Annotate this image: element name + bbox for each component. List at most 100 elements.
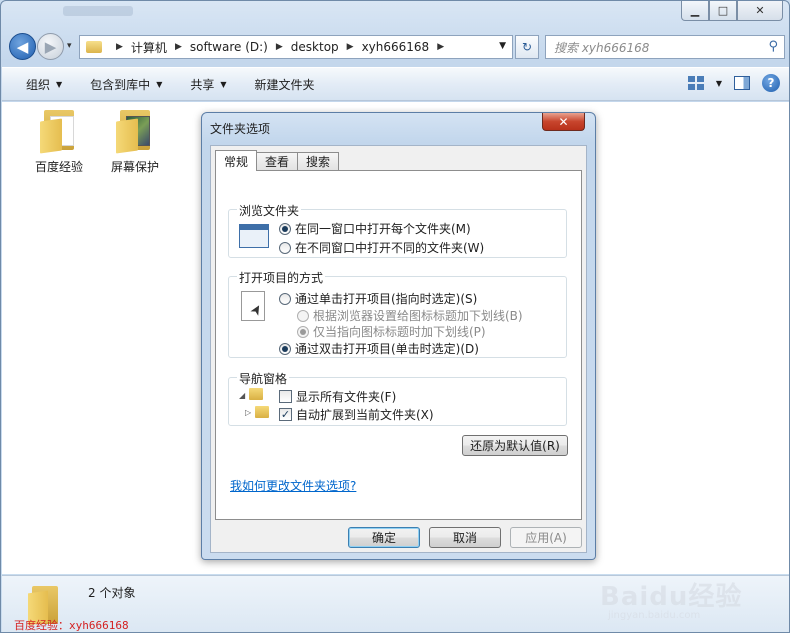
folder-item[interactable]: 百度经验	[24, 108, 94, 175]
details-pane: 2 个对象 百度经验：xyh666168 Baidu经验 jingyan.bai…	[2, 575, 789, 632]
breadcrumb-desktop[interactable]: desktop	[291, 40, 339, 54]
window-icon	[239, 224, 269, 248]
breadcrumb-current[interactable]: xyh666168	[362, 40, 430, 54]
view-controls: ▼ ?	[687, 74, 780, 92]
folder-name: 百度经验	[34, 160, 83, 174]
tree-collapsed-icon: ▷	[245, 408, 252, 417]
apply-button: 应用(A)	[510, 527, 582, 548]
browse-folders-group: 浏览文件夹 在同一窗口中打开每个文件夹(M) 在不同窗口中打开不同的文件夹(W)	[228, 202, 567, 258]
chevron-right-icon[interactable]: ▶	[437, 42, 444, 52]
item-count: 2 个对象	[88, 586, 136, 600]
address-bar[interactable]: ▶ 计算机 ▶ software (D:) ▶ desktop ▶ xyh666…	[79, 35, 513, 59]
folder-options-dialog: 文件夹选项 ✕ 常规 查看 搜索 浏览文件夹 在同一窗口中打开每个文件夹(M) …	[201, 112, 596, 560]
forward-button[interactable]: ▶	[37, 33, 64, 60]
change-view-icon[interactable]	[687, 76, 704, 90]
option-label: 自动扩展到当前文件夹(X)	[296, 408, 434, 422]
option-double-click[interactable]: 通过双击打开项目(单击时选定)(D)	[279, 340, 479, 357]
chevron-right-icon[interactable]: ▶	[276, 42, 283, 52]
option-show-all-folders[interactable]: 显示所有文件夹(F)	[279, 388, 396, 405]
radio-single-click[interactable]	[279, 292, 291, 305]
tab-strip: 常规 查看 搜索	[215, 150, 340, 171]
search-placeholder: 搜索 xyh666168	[554, 40, 650, 55]
folder-name: 屏幕保护	[110, 160, 159, 174]
tab-view[interactable]: 查看	[256, 152, 299, 170]
option-new-window[interactable]: 在不同窗口中打开不同的文件夹(W)	[279, 239, 484, 256]
folder-item[interactable]: 屏幕保护	[100, 108, 170, 175]
tab-search[interactable]: 搜索	[297, 152, 340, 170]
organize-label: 组织	[26, 77, 51, 92]
open-items-title: 打开项目的方式	[237, 269, 326, 286]
radio-same-window[interactable]	[279, 222, 291, 235]
caption-buttons: ▁ □ ✕	[681, 1, 783, 21]
dialog-close-button[interactable]: ✕	[542, 113, 585, 131]
cancel-button[interactable]: 取消	[429, 527, 501, 548]
chevron-right-icon[interactable]: ▶	[116, 42, 123, 52]
back-button[interactable]: ◀	[9, 33, 36, 60]
new-folder-button[interactable]: 新建文件夹	[243, 76, 327, 93]
option-underline-point: 仅当指向图标标题时加下划线(P)	[297, 323, 486, 340]
folder-icon	[249, 388, 263, 400]
tree-expanded-icon: ◢	[239, 391, 246, 400]
address-dropdown-icon[interactable]: ▼	[499, 41, 506, 51]
option-label: 通过双击打开项目(单击时选定)(D)	[295, 342, 479, 356]
radio-double-click[interactable]	[279, 342, 291, 355]
help-icon[interactable]: ?	[762, 74, 780, 92]
maximize-button[interactable]: □	[709, 1, 737, 21]
option-label: 仅当指向图标标题时加下划线(P)	[313, 325, 486, 339]
chevron-right-icon[interactable]: ▶	[347, 42, 354, 52]
checkbox-show-all-folders[interactable]	[279, 390, 292, 403]
organize-menu[interactable]: 组织 ▼	[14, 76, 74, 93]
dialog-title: 文件夹选项	[210, 122, 271, 136]
refresh-button[interactable]: ↻	[515, 35, 539, 59]
option-label: 显示所有文件夹(F)	[296, 390, 397, 404]
close-button[interactable]: ✕	[737, 1, 783, 21]
radio-underline-point	[297, 325, 309, 338]
baidu-url: jingyan.baidu.com	[608, 610, 701, 621]
new-folder-label: 新建文件夹	[254, 77, 315, 92]
checkbox-auto-expand[interactable]: ✓	[279, 408, 292, 421]
share-label: 共享	[190, 77, 215, 92]
dropdown-arrow-icon: ▼	[220, 79, 227, 89]
folder-icon	[255, 406, 269, 418]
watermark-text: 百度经验：xyh666168	[14, 619, 129, 632]
tab-general[interactable]: 常规	[215, 150, 258, 171]
option-same-window[interactable]: 在同一窗口中打开每个文件夹(M)	[279, 220, 471, 237]
baidu-watermark: Baidu经验 jingyan.baidu.com	[600, 576, 750, 631]
general-tab-panel: 浏览文件夹 在同一窗口中打开每个文件夹(M) 在不同窗口中打开不同的文件夹(W)…	[215, 170, 582, 520]
minimize-button[interactable]: ▁	[681, 1, 709, 21]
folder-documents-icon	[40, 108, 78, 154]
preview-pane-icon[interactable]	[734, 76, 750, 90]
window-title-bar	[63, 6, 133, 16]
share-menu[interactable]: 共享 ▼	[178, 76, 238, 93]
option-auto-expand[interactable]: ✓ 自动扩展到当前文件夹(X)	[279, 406, 434, 423]
cursor-click-icon	[241, 291, 265, 321]
option-label: 根据浏览器设置给图标标题加下划线(B)	[313, 309, 523, 323]
breadcrumb-drive[interactable]: software (D:)	[190, 40, 268, 54]
baidu-logo: Baidu经验	[600, 582, 743, 612]
option-single-click[interactable]: 通过单击打开项目(指向时选定)(S)	[279, 290, 477, 307]
help-link[interactable]: 我如何更改文件夹选项?	[230, 477, 356, 494]
folder-pictures-icon	[116, 108, 154, 154]
dropdown-arrow-icon: ▼	[156, 79, 163, 89]
navigation-row: ◀ ▶ ▾ ▶ 计算机 ▶ software (D:) ▶ desktop ▶ …	[7, 31, 785, 63]
option-underline-browser: 根据浏览器设置给图标标题加下划线(B)	[297, 307, 523, 324]
breadcrumb-computer[interactable]: 计算机	[131, 39, 167, 56]
navigation-pane-group: 导航窗格 ◢ ▷ 显示所有文件夹(F) ✓ 自动扩展到当前文件夹(X)	[228, 370, 567, 426]
view-dropdown-icon[interactable]: ▼	[716, 79, 722, 88]
option-label: 在同一窗口中打开每个文件夹(M)	[295, 222, 471, 236]
folder-icon	[86, 41, 102, 53]
radio-new-window[interactable]	[279, 241, 291, 254]
include-library-menu[interactable]: 包含到库中 ▼	[78, 76, 174, 93]
search-icon[interactable]: ⚲	[768, 39, 778, 54]
command-bar: 组织 ▼ 包含到库中 ▼ 共享 ▼ 新建文件夹 ▼ ?	[2, 67, 789, 101]
option-label: 通过单击打开项目(指向时选定)(S)	[295, 292, 478, 306]
ok-button[interactable]: 确定	[348, 527, 420, 548]
restore-defaults-button[interactable]: 还原为默认值(R)	[462, 435, 568, 456]
navigation-pane-title: 导航窗格	[237, 370, 290, 387]
open-items-group: 打开项目的方式 通过单击打开项目(指向时选定)(S) 根据浏览器设置给图标标题加…	[228, 269, 567, 358]
search-input[interactable]: 搜索 xyh666168 ⚲	[545, 35, 785, 59]
option-label: 在不同窗口中打开不同的文件夹(W)	[295, 241, 485, 255]
recent-pages-dropdown[interactable]: ▾	[67, 41, 72, 51]
dialog-body: 常规 查看 搜索 浏览文件夹 在同一窗口中打开每个文件夹(M) 在不同窗口中打开…	[210, 145, 587, 553]
chevron-right-icon[interactable]: ▶	[175, 42, 182, 52]
